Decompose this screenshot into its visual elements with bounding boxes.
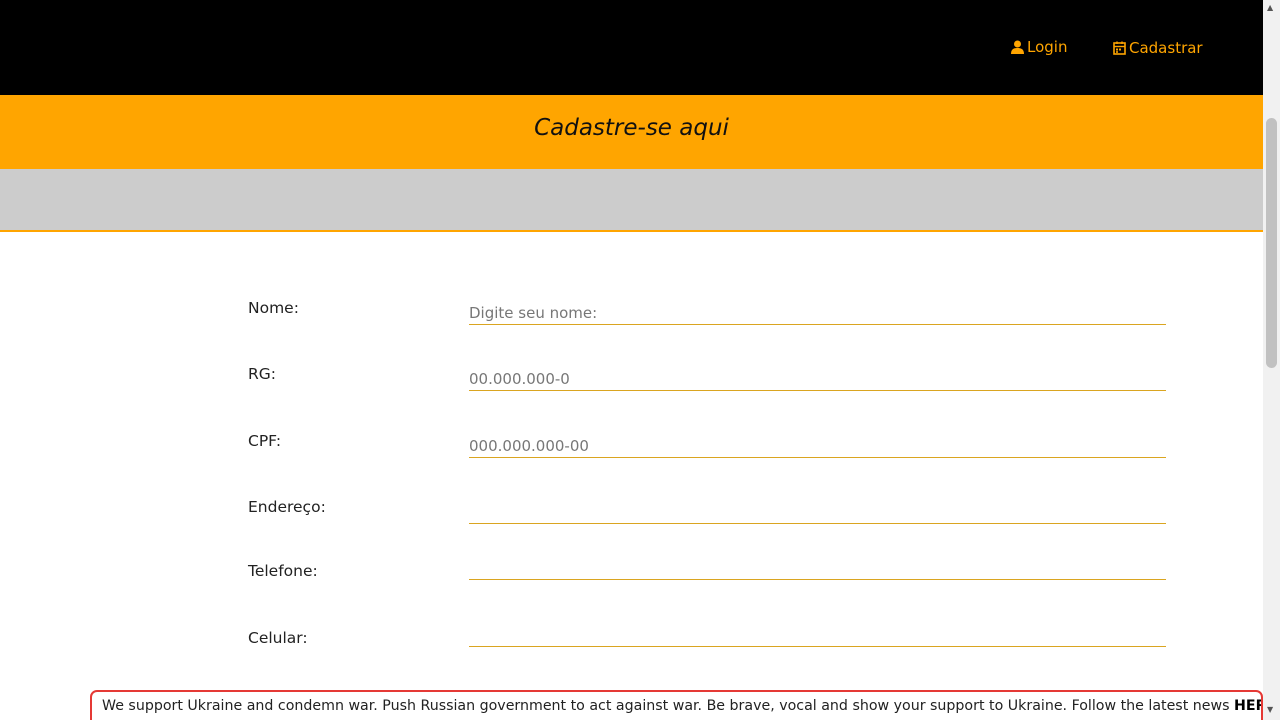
celular-input[interactable] xyxy=(469,613,1166,647)
user-icon xyxy=(1011,40,1024,54)
nome-label: Nome: xyxy=(248,299,299,317)
form-row-telefone: Telefone: xyxy=(0,546,1263,586)
rg-input[interactable] xyxy=(469,357,1166,391)
form-row-nome: Nome: xyxy=(0,291,1263,331)
cpf-input[interactable] xyxy=(469,424,1166,458)
rg-label: RG: xyxy=(248,365,277,383)
nome-input[interactable] xyxy=(469,291,1166,325)
page-scrollbar[interactable]: ▲ ▼ xyxy=(1263,0,1280,720)
page-title: Cadastre-se aqui xyxy=(534,115,729,141)
form-row-celular: Celular: xyxy=(0,613,1263,653)
calendar-icon xyxy=(1113,41,1126,55)
telefone-label: Telefone: xyxy=(248,562,318,580)
telefone-input[interactable] xyxy=(469,546,1166,580)
register-link[interactable]: Cadastrar xyxy=(1113,39,1203,57)
scroll-up-arrow-icon[interactable]: ▲ xyxy=(1267,4,1273,12)
endereco-label: Endereço: xyxy=(248,498,326,516)
divider-band xyxy=(0,169,1263,232)
form-row-cpf: CPF: xyxy=(0,424,1263,464)
form-row-endereco: Endereço: xyxy=(0,490,1263,530)
page-header: Cadastre-se aqui xyxy=(0,95,1263,169)
banner-here-link[interactable]: HERE xyxy=(1234,698,1261,714)
top-navbar: Login Cadastrar xyxy=(0,0,1263,95)
ukraine-support-banner: We support Ukraine and condemn war. Push… xyxy=(90,690,1263,720)
celular-label: Celular: xyxy=(248,629,308,647)
login-link[interactable]: Login xyxy=(1011,38,1067,56)
endereco-input[interactable] xyxy=(469,490,1166,524)
scroll-down-arrow-icon[interactable]: ▼ xyxy=(1267,706,1273,714)
register-label: Cadastrar xyxy=(1129,39,1203,57)
form-row-rg: RG: xyxy=(0,357,1263,397)
cpf-label: CPF: xyxy=(248,432,282,450)
scroll-thumb[interactable] xyxy=(1266,118,1277,368)
login-label: Login xyxy=(1027,38,1068,56)
banner-text: We support Ukraine and condemn war. Push… xyxy=(102,698,1230,714)
